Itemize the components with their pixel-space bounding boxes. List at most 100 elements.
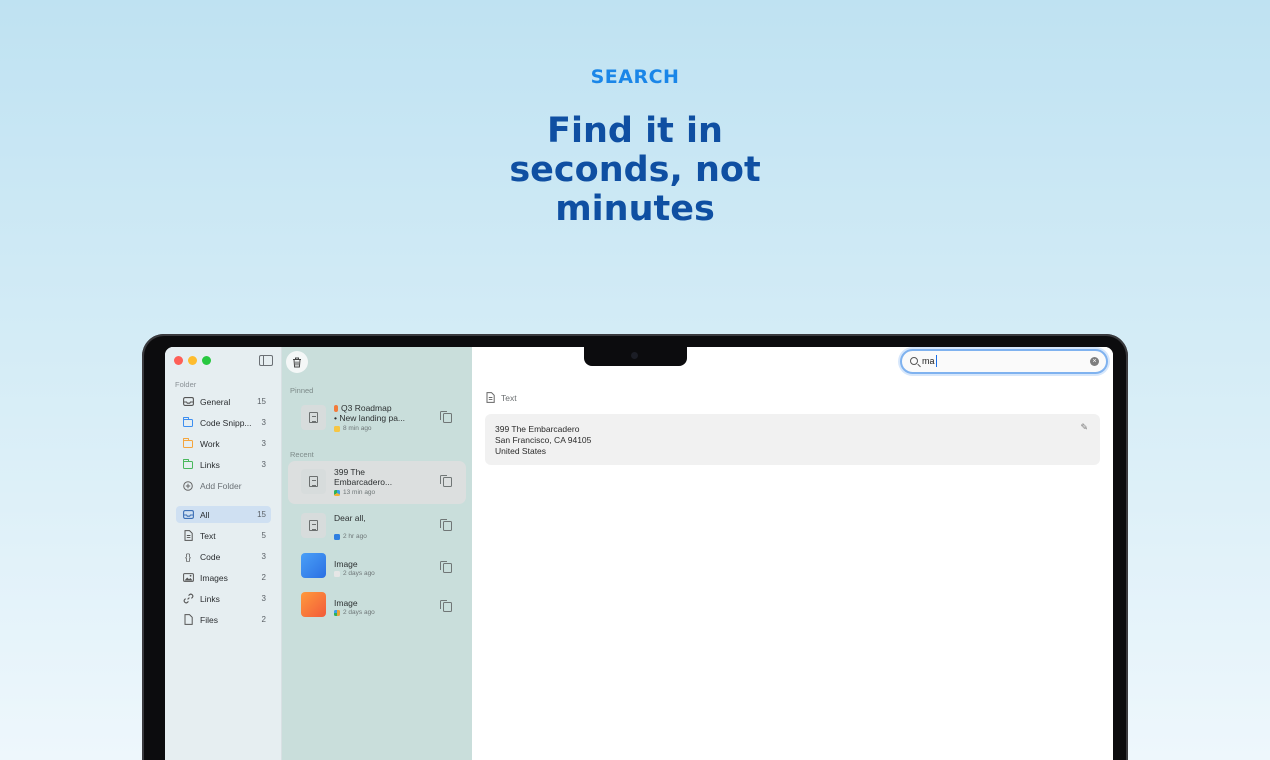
clip-meta: 2 days ago [334, 609, 375, 616]
search-value[interactable]: ma [922, 355, 937, 367]
sidebar-item-label: Images [200, 572, 228, 583]
clip-meta: 2 hr ago [334, 533, 367, 540]
clip-title-line: 399 The [334, 467, 366, 477]
add-folder-button[interactable]: Add Folder [176, 477, 271, 494]
sidebar: Folder General 15 Code Snipp... 3 Work 3… [165, 347, 282, 760]
sidebar-item-label: General [200, 396, 231, 407]
clip-title: Image [334, 598, 430, 608]
close-window-button[interactable] [174, 356, 183, 365]
clip-list: Pinned Q3 Roadmap • New landing pa... 8 … [282, 347, 472, 760]
sidebar-item-code-snippets[interactable]: Code Snipp... 3 [176, 414, 271, 431]
sidebar-toggle-icon[interactable] [259, 355, 273, 366]
sidebar-item-label: Files [200, 614, 218, 625]
clip-meta: 13 min ago [334, 489, 375, 496]
clip-title: Q3 Roadmap • New landing pa... [334, 403, 430, 423]
image-thumbnail [301, 553, 326, 578]
folder-section-label: Folder [175, 380, 197, 389]
detail-type-label: Text [486, 392, 517, 403]
copy-icon[interactable] [440, 411, 452, 423]
pencil-icon[interactable]: ✎ [1080, 422, 1088, 433]
item-count: 3 [261, 460, 266, 469]
source-app-icon [334, 570, 340, 577]
clip-title: Dear all, [334, 513, 430, 523]
copy-icon[interactable] [440, 475, 452, 487]
clip-meta: 8 min ago [334, 425, 372, 432]
image-icon [182, 572, 194, 584]
sidebar-item-code[interactable]: {} Code 3 [176, 548, 271, 565]
plus-circle-icon [182, 480, 194, 492]
item-count: 3 [261, 594, 266, 603]
item-count: 3 [261, 552, 266, 561]
source-app-icon [334, 489, 340, 496]
document-icon [301, 513, 326, 538]
detail-pane: ma × Text 399 The Embarcadero San Franci… [472, 347, 1113, 760]
sidebar-item-label: Text [200, 530, 216, 541]
sidebar-item-files[interactable]: Files 2 [176, 611, 271, 628]
braces-icon: {} [184, 551, 191, 562]
copy-icon[interactable] [440, 519, 452, 531]
tray-icon [182, 396, 194, 408]
sidebar-item-label: Links [200, 459, 220, 470]
list-item[interactable]: Dear all, 2 hr ago [288, 505, 466, 548]
clip-meta: 2 days ago [334, 570, 375, 577]
clip-title-line: Q3 Roadmap [341, 403, 392, 413]
sidebar-item-label: Code [200, 551, 221, 562]
pin-icon [334, 404, 338, 412]
recent-section-label: Recent [290, 450, 314, 459]
list-item[interactable]: Image 2 days ago [288, 547, 466, 590]
file-icon [182, 614, 194, 626]
item-count: 2 [261, 615, 266, 624]
source-app-icon [334, 533, 340, 540]
search-icon [910, 357, 918, 365]
sidebar-item-label: Work [200, 438, 220, 449]
clip-title: Image [334, 559, 430, 569]
headline: Find it in seconds, not minutes [0, 112, 1270, 229]
sidebar-item-label: Code Snipp... [200, 417, 252, 428]
minimize-window-button[interactable] [188, 356, 197, 365]
clip-time: 8 min ago [343, 425, 372, 432]
clip-time: 2 days ago [343, 609, 375, 616]
pinned-section-label: Pinned [290, 386, 314, 395]
copy-icon[interactable] [440, 561, 452, 573]
document-icon [182, 530, 194, 542]
sidebar-item-label: Links [200, 593, 220, 604]
section-eyebrow: SEARCH [590, 66, 680, 88]
clip-content-card[interactable]: 399 The Embarcadero San Francisco, CA 94… [485, 414, 1100, 465]
sidebar-item-images[interactable]: Images 2 [176, 569, 271, 586]
tray-icon [182, 509, 194, 521]
sidebar-item-text[interactable]: Text 5 [176, 527, 271, 544]
item-count: 3 [261, 439, 266, 448]
item-count: 5 [261, 531, 266, 540]
clear-search-icon[interactable]: × [1090, 357, 1099, 366]
search-input[interactable]: ma × [900, 349, 1108, 374]
list-item[interactable]: Image 2 days ago [288, 586, 466, 629]
content-line: San Francisco, CA 94105 [495, 435, 592, 445]
sidebar-item-all[interactable]: All 15 [176, 506, 271, 523]
sidebar-item-general[interactable]: General 15 [176, 393, 271, 410]
camera-icon [631, 352, 638, 359]
copy-icon[interactable] [440, 600, 452, 612]
clip-time: 2 days ago [343, 570, 375, 577]
item-count: 3 [261, 418, 266, 427]
document-icon [301, 405, 326, 430]
clip-title-line: Image [334, 598, 358, 608]
headline-line: minutes [555, 189, 715, 229]
app-window: Folder General 15 Code Snipp... 3 Work 3… [165, 347, 1113, 760]
zoom-window-button[interactable] [202, 356, 211, 365]
detail-type-text: Text [501, 392, 517, 403]
image-thumbnail [301, 592, 326, 617]
sidebar-item-links[interactable]: Links 3 [176, 590, 271, 607]
sidebar-item-label: All [200, 509, 210, 520]
headline-line: seconds, not [509, 150, 761, 190]
sidebar-item-work[interactable]: Work 3 [176, 435, 271, 452]
item-count: 15 [257, 510, 266, 519]
list-item[interactable]: Q3 Roadmap • New landing pa... 8 min ago [288, 397, 466, 440]
clip-title: 399 The Embarcadero... [334, 467, 430, 487]
delete-button[interactable] [286, 351, 308, 373]
folder-icon [182, 437, 194, 450]
content-line: 399 The Embarcadero [495, 424, 580, 434]
list-item[interactable]: 399 The Embarcadero... 13 min ago [288, 461, 466, 504]
trash-icon [293, 357, 301, 367]
sidebar-item-links-folder[interactable]: Links 3 [176, 456, 271, 473]
item-count: 2 [261, 573, 266, 582]
